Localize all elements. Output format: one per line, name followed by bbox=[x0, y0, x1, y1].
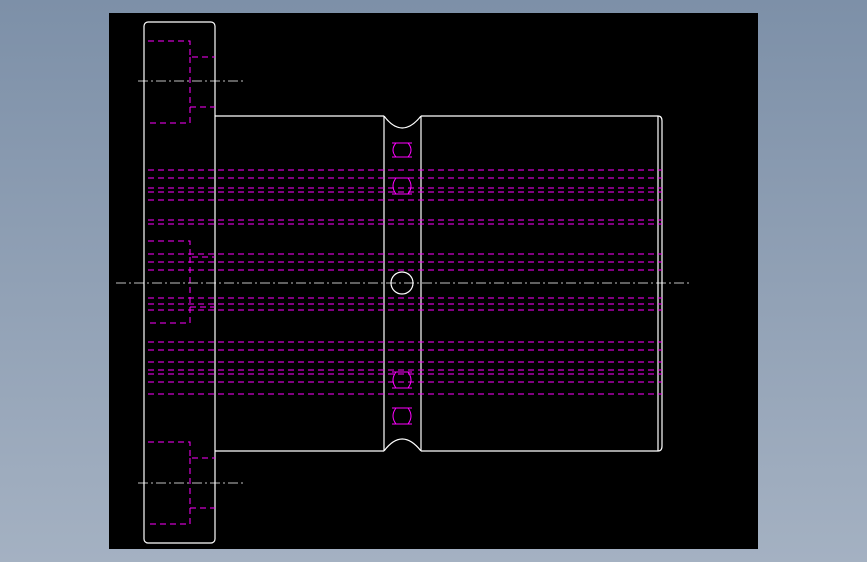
drawing-area bbox=[109, 13, 758, 549]
cad-drawing-canvas[interactable] bbox=[0, 0, 867, 562]
cad-viewport-background bbox=[0, 0, 867, 562]
